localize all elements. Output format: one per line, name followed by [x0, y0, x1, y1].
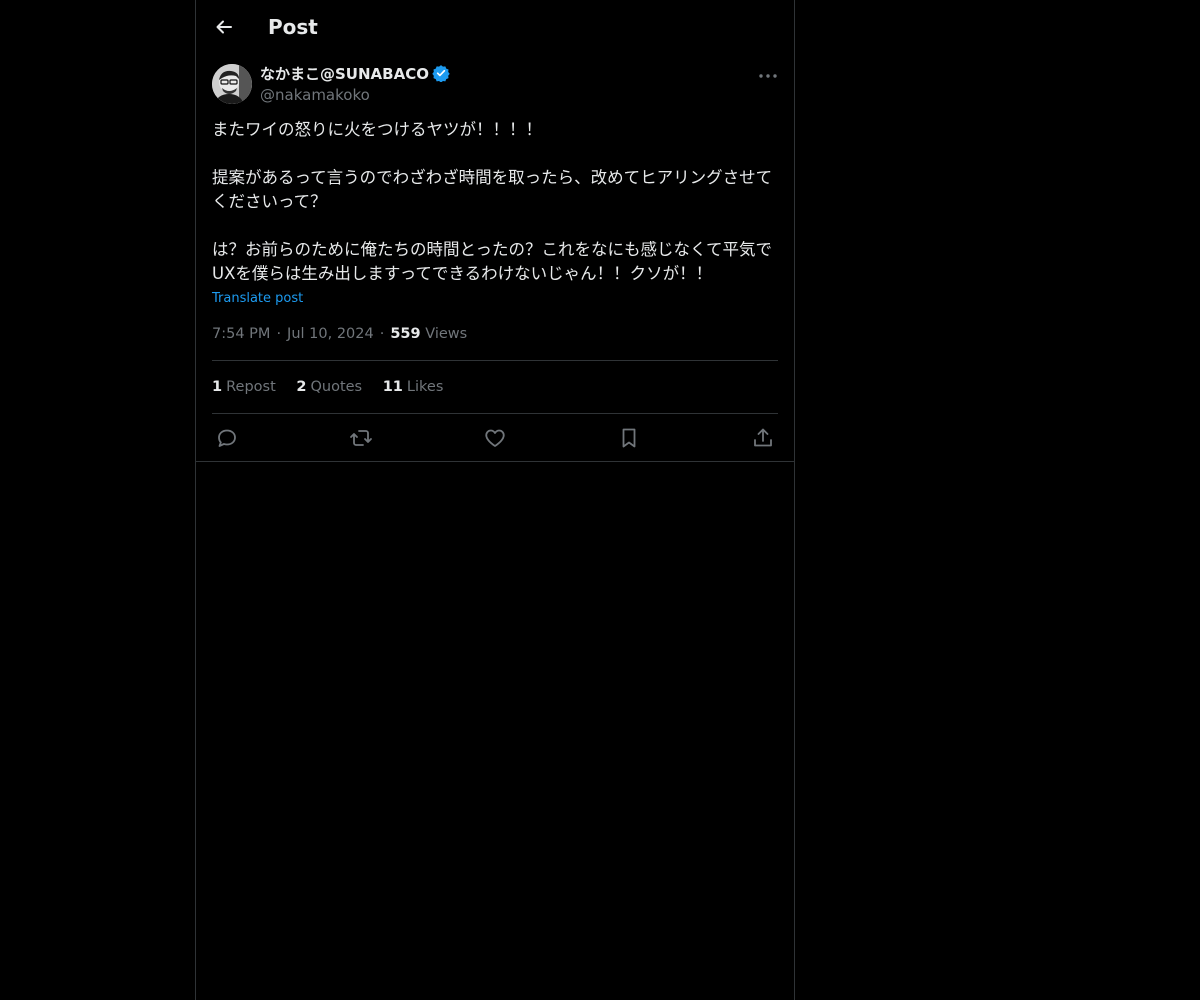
like-icon: [485, 429, 505, 447]
repost-count: 1: [212, 379, 223, 395]
page-title: Post: [268, 15, 318, 39]
arrow-left-icon: [216, 20, 232, 34]
divider: [212, 360, 778, 361]
share-button[interactable]: [751, 426, 775, 450]
verified-badge-icon[interactable]: [432, 64, 450, 82]
post-time[interactable]: 7:54 PM: [212, 326, 270, 342]
post-paragraph: またワイの怒りに火をつけるヤツが！！！！: [212, 120, 542, 139]
quotes-label: Quotes: [310, 379, 363, 395]
action-bar: [212, 424, 778, 452]
share-icon: [754, 428, 772, 447]
translate-post-link[interactable]: Translate post: [212, 290, 303, 308]
post-paragraph: は？お前らのために俺たちの時間とったの？これをなにも感じなくて平気でUXを僕らは…: [212, 240, 773, 283]
post-paragraph: 提案があるって言うのでわざわざ時間を取ったら、改めてヒアリングさせてくださいって…: [212, 168, 773, 211]
post-column: Post なかまこ@SUNABACO @nakamakoko またワイの怒りに火…: [195, 0, 795, 1000]
back-button[interactable]: [212, 15, 236, 39]
repost-icon: [350, 430, 372, 446]
engagement-stats: 1 Repost 2 Quotes 11 Likes: [212, 377, 459, 397]
author-display-name: なかまこ@SUNABACO: [260, 65, 429, 83]
divider: [212, 413, 778, 414]
repost-button[interactable]: [349, 426, 373, 450]
quotes-count: 2: [296, 379, 307, 395]
bookmark-button[interactable]: [617, 426, 641, 450]
more-horizontal-icon: [759, 74, 777, 78]
likes-label: Likes: [406, 379, 444, 395]
likes-count: 11: [382, 379, 403, 395]
post-text: またワイの怒りに火をつけるヤツが！！！！ 提案があるって言うのでわざわざ時間を取…: [212, 118, 778, 286]
post-blank-line: [212, 214, 778, 238]
reply-icon: [218, 429, 236, 447]
separator-dot: ·: [379, 326, 385, 342]
post-date[interactable]: Jul 10, 2024: [287, 326, 374, 342]
post-blank-line: [212, 142, 778, 166]
post-detail: なかまこ@SUNABACO @nakamakoko またワイの怒りに火をつけるヤ…: [196, 54, 794, 462]
like-button[interactable]: [483, 426, 507, 450]
repost-stat[interactable]: 1 Repost: [212, 379, 276, 395]
avatar-image: [212, 64, 252, 104]
views-label: Views: [425, 326, 468, 342]
separator-dot: ·: [276, 326, 282, 342]
author-handle[interactable]: @nakamakoko: [260, 85, 370, 105]
avatar[interactable]: [212, 64, 252, 104]
views-count: 559: [390, 326, 421, 342]
repost-label: Repost: [226, 379, 276, 395]
more-options-button[interactable]: [756, 64, 780, 88]
quotes-stat[interactable]: 2 Quotes: [296, 379, 362, 395]
bookmark-icon: [622, 428, 636, 448]
author-name[interactable]: なかまこ@SUNABACO: [260, 64, 450, 84]
page-header: Post: [196, 0, 794, 54]
post-metadata: 7:54 PM · Jul 10, 2024 · 559 Views: [212, 323, 467, 345]
reply-button[interactable]: [215, 426, 239, 450]
likes-stat[interactable]: 11 Likes: [383, 379, 444, 395]
